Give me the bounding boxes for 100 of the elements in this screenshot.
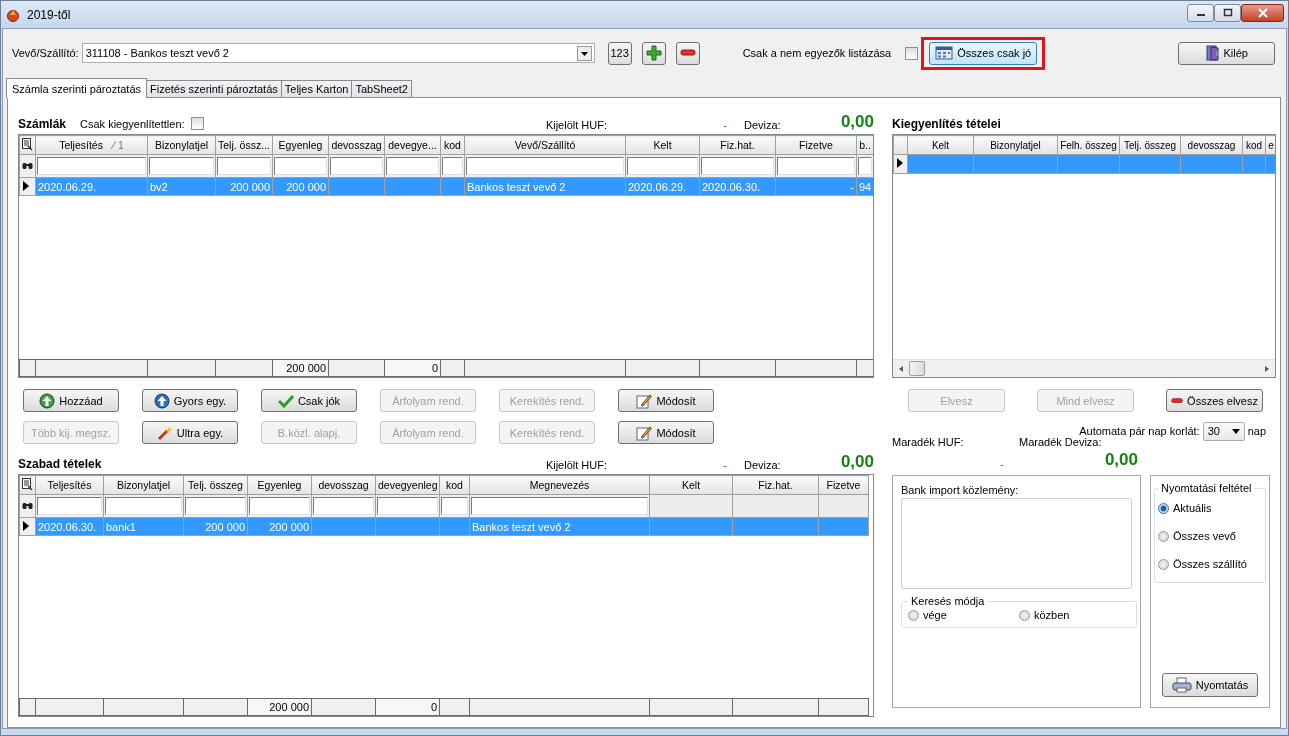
radio-button[interactable] xyxy=(908,609,919,621)
filter-field[interactable] xyxy=(217,157,271,175)
filter-field[interactable] xyxy=(858,157,872,175)
checkbox[interactable] xyxy=(190,117,204,130)
number-button[interactable]: 123 xyxy=(607,41,632,65)
exit-button[interactable]: Kilép xyxy=(1178,41,1276,65)
memo-field[interactable] xyxy=(901,498,1132,589)
radio-button[interactable] xyxy=(1158,530,1169,542)
column-header[interactable]: Kelt xyxy=(649,475,733,495)
column-header[interactable]: devosszag xyxy=(311,475,376,495)
selected-huf-label: Kijelölt HUF: xyxy=(545,459,607,471)
filter-field[interactable] xyxy=(330,157,383,175)
column-header[interactable]: devosszag xyxy=(328,135,385,155)
window-title: 2019-től xyxy=(27,7,71,22)
scroll-left-icon[interactable] xyxy=(897,364,905,373)
add-button[interactable] xyxy=(641,41,666,65)
column-header[interactable]: kod xyxy=(439,475,470,495)
action-button[interactable]: Gyors egy. xyxy=(142,389,238,412)
grid-settings-icon[interactable] xyxy=(22,137,33,151)
radio-button[interactable] xyxy=(1158,502,1169,514)
tab[interactable]: TabSheet2 xyxy=(351,80,412,97)
column-header[interactable]: Vevő/Szállító xyxy=(464,135,626,155)
filter-field[interactable] xyxy=(386,157,439,175)
column-header[interactable]: Fizetve xyxy=(818,475,869,495)
scroll-right-icon[interactable] xyxy=(1263,364,1271,373)
column-header[interactable]: Teljesítés xyxy=(35,475,104,495)
scrollbar-thumb[interactable] xyxy=(909,361,925,376)
section-title: Szabad tételek xyxy=(18,457,102,471)
column-header[interactable]: Teljesítés 1 xyxy=(35,135,148,155)
radio-button[interactable] xyxy=(1019,609,1030,621)
customer-label: Vevő/Szállító: xyxy=(12,47,79,59)
filter-field[interactable] xyxy=(777,157,855,175)
column-header[interactable]: Bizonylatjel xyxy=(973,135,1058,155)
column-header[interactable]: Kelt xyxy=(625,135,700,155)
column-header[interactable]: kod xyxy=(440,135,465,155)
filter-field[interactable] xyxy=(274,157,327,175)
remove-button[interactable] xyxy=(675,41,700,65)
minus-icon xyxy=(1171,396,1184,405)
filter-field[interactable] xyxy=(627,157,698,175)
filter-field[interactable] xyxy=(471,497,648,515)
filter-field[interactable] xyxy=(105,497,182,515)
print-button[interactable]: Nyomtatás xyxy=(1162,673,1258,697)
column-header[interactable]: Telj. összeg xyxy=(1119,135,1181,155)
column-header[interactable]: Telj. összeg xyxy=(183,475,248,495)
radio-button[interactable] xyxy=(1158,558,1169,570)
filter-field[interactable] xyxy=(185,497,246,515)
table-row[interactable] xyxy=(893,154,1275,174)
all-ok-button[interactable]: Összes csak jó xyxy=(929,41,1038,65)
filter-field[interactable] xyxy=(442,157,463,175)
app-icon xyxy=(6,7,20,22)
column-header[interactable]: Fiz.hat. xyxy=(732,475,819,495)
column-header[interactable]: Megnevezés xyxy=(469,475,650,495)
column-header[interactable]: Fiz.hat. xyxy=(699,135,776,155)
tab[interactable]: Fizetés szerinti pároztatás xyxy=(146,80,282,97)
close-button[interactable] xyxy=(1241,3,1284,22)
tab[interactable]: Teljes Karton xyxy=(280,80,353,97)
column-header[interactable]: devosszag xyxy=(1180,135,1243,155)
filter-field[interactable] xyxy=(701,157,774,175)
column-header[interactable]: Kelt xyxy=(907,135,974,155)
column-header[interactable]: devegye... xyxy=(384,135,441,155)
maximize-button[interactable] xyxy=(1214,3,1241,22)
filter-field[interactable] xyxy=(466,157,624,175)
close-icon xyxy=(1256,7,1269,18)
grid-settings-icon[interactable] xyxy=(22,477,33,491)
column-header[interactable]: devegyenleg xyxy=(375,475,440,495)
filter-field[interactable] xyxy=(37,497,102,515)
binoculars-icon[interactable] xyxy=(22,161,33,170)
filter-field[interactable] xyxy=(313,497,374,515)
selected-huf-value: - xyxy=(722,459,727,471)
checkbox[interactable] xyxy=(905,46,919,60)
filter-field[interactable] xyxy=(37,157,146,175)
tab[interactable]: Számla szerinti pároztatás xyxy=(6,78,147,98)
column-header[interactable]: e xyxy=(1265,135,1275,155)
action-button[interactable]: Módosít xyxy=(618,421,714,444)
checkmark-icon xyxy=(277,393,294,408)
table-cell: 2020.06.30. xyxy=(702,180,761,193)
minimize-button[interactable] xyxy=(1187,3,1214,22)
column-header[interactable]: Felh. összeg xyxy=(1057,135,1120,155)
column-header[interactable]: Egyenleg xyxy=(247,475,312,495)
customer-dropdown[interactable]: 311108 - Bankos teszt vevő 2 xyxy=(81,43,595,63)
column-header[interactable]: Telj. össz... xyxy=(215,135,273,155)
day-limit-dropdown[interactable]: 30 xyxy=(1202,421,1245,441)
group-title: Nyomtatási feltétel xyxy=(1160,482,1253,494)
filter-field[interactable] xyxy=(377,497,438,515)
action-button[interactable]: Ultra egy. xyxy=(142,421,238,444)
action-button[interactable]: Módosít xyxy=(618,389,714,412)
filter-field[interactable] xyxy=(149,157,214,175)
horizontal-scrollbar[interactable] xyxy=(893,359,1275,377)
filter-field[interactable] xyxy=(249,497,310,515)
column-header[interactable]: Bizonylatjel xyxy=(103,475,184,495)
action-button[interactable]: Összes elvesz xyxy=(1166,389,1263,412)
column-header[interactable]: Bizonylatjel xyxy=(147,135,216,155)
column-header[interactable]: kod xyxy=(1242,135,1266,155)
column-header[interactable]: Egyenleg xyxy=(272,135,329,155)
column-header[interactable]: Fizetve xyxy=(775,135,857,155)
filter-field[interactable] xyxy=(441,497,468,515)
remaining-currency-label: Maradék Deviza: xyxy=(1019,436,1102,449)
action-button[interactable]: Hozzáad xyxy=(23,389,119,412)
binoculars-icon[interactable] xyxy=(22,501,33,510)
action-button[interactable]: Csak jók xyxy=(261,389,357,412)
